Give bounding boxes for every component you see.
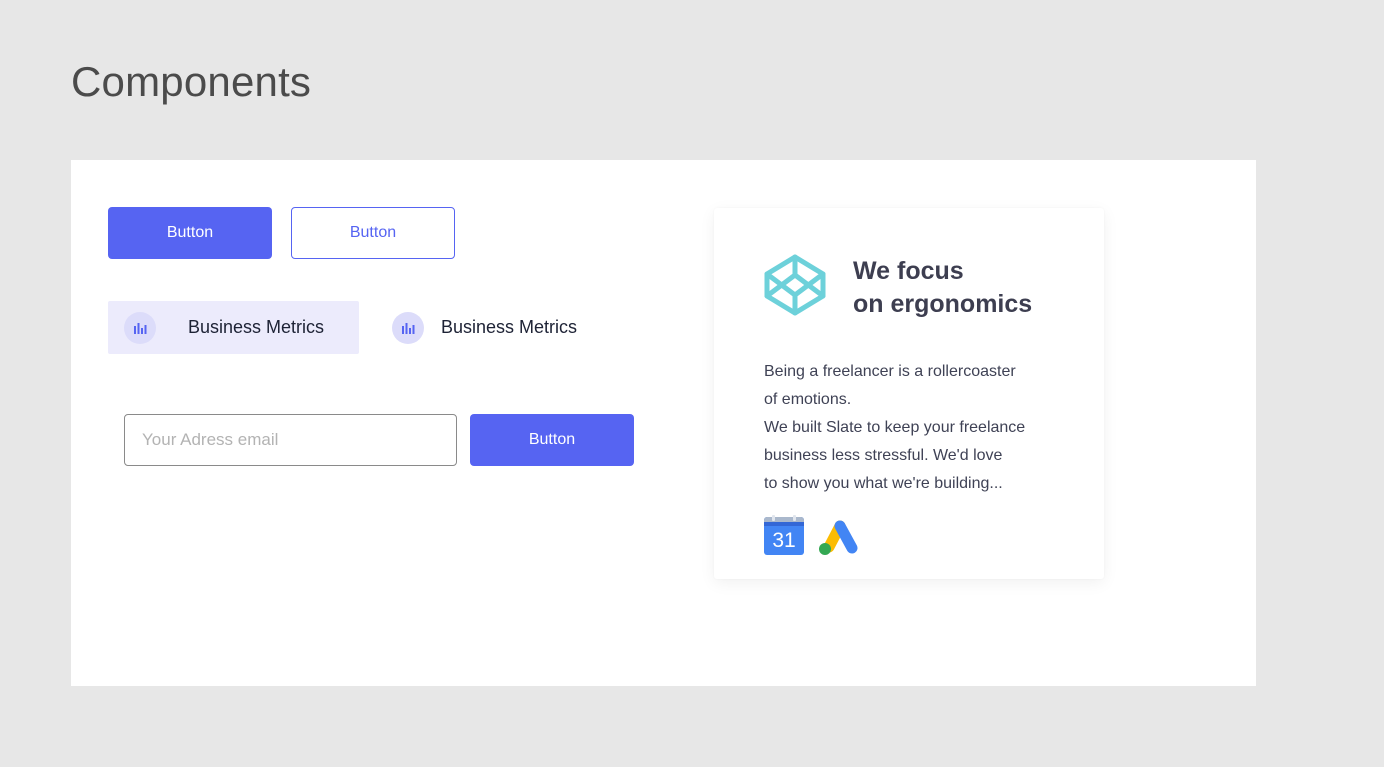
email-input[interactable] <box>124 414 457 466</box>
card-description-line: to show you what we're building... <box>764 475 1003 492</box>
business-metrics-label: Business Metrics <box>188 317 325 337</box>
card-description-line: of emotions. <box>764 391 852 408</box>
outline-button[interactable]: Button <box>291 207 455 259</box>
submit-button[interactable]: Button <box>470 414 634 466</box>
card-description-line: business less stressful. We'd love <box>764 447 1003 464</box>
components-panel: Button Button Business Metrics Business … <box>71 160 1256 686</box>
card-title-line: We focus <box>853 257 964 285</box>
google-ads-icon <box>818 517 860 555</box>
bar-chart-icon <box>392 311 424 344</box>
card-description-line: We built Slate to keep your freelance <box>764 419 1026 436</box>
codepen-icon <box>763 253 827 317</box>
primary-button[interactable]: Button <box>108 207 272 259</box>
card-description: Being a freelancer is a rollercoaster of… <box>764 358 1084 498</box>
feature-card: We focus on ergonomics Being a freelance… <box>714 208 1104 579</box>
page-title: Components <box>71 58 312 105</box>
business-metrics-label: Business Metrics <box>441 317 578 337</box>
business-metrics-tab-active[interactable]: Business Metrics <box>108 301 359 354</box>
card-description-line: Being a freelancer is a rollercoaster <box>764 363 1016 380</box>
card-title: We focus on ergonomics <box>853 255 1032 321</box>
bar-chart-icon <box>124 311 156 344</box>
calendar-day: 31 <box>772 529 795 552</box>
card-title-line: on ergonomics <box>853 290 1033 318</box>
google-calendar-icon: 31 <box>764 515 804 555</box>
business-metrics-tab[interactable]: Business Metrics <box>392 301 622 354</box>
